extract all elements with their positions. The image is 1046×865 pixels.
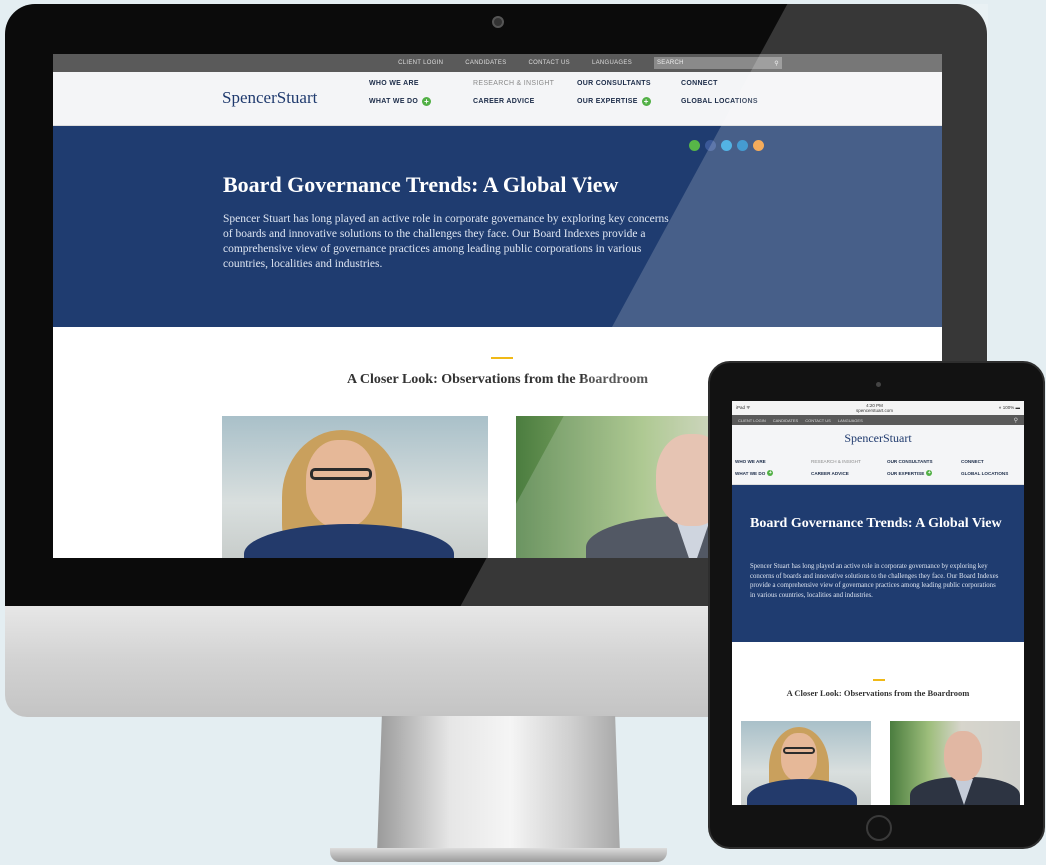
person-face — [944, 731, 982, 781]
plus-icon[interactable]: + — [767, 470, 774, 476]
nav-label: GLOBAL LOCATIONS — [961, 470, 1009, 476]
ipad-bezel: iPad ᯤ 4:20 PM spencerstuart.com ⋄ 100% … — [708, 361, 1045, 849]
hero-body: Spencer Stuart has long played an active… — [223, 213, 669, 270]
video-thumbnail-woman[interactable] — [741, 721, 871, 805]
nav-connect[interactable]: CONNECT — [961, 459, 1024, 464]
glasses — [783, 747, 815, 754]
tablet-screen: iPad ᯤ 4:20 PM spencerstuart.com ⋄ 100% … — [732, 401, 1024, 805]
utility-bar: CLIENT LOGIN CANDIDATES CONTACT US LANGU… — [732, 415, 1024, 425]
home-button[interactable] — [866, 815, 892, 841]
search-icon[interactable]: ⚲ — [1014, 417, 1018, 424]
nav-label: OUR EXPERTISE — [887, 470, 925, 476]
languages-link[interactable]: LANGUAGES — [838, 418, 863, 423]
client-login-link[interactable]: CLIENT LOGIN — [738, 418, 766, 423]
client-login-link[interactable]: CLIENT LOGIN — [398, 60, 443, 66]
search-input[interactable]: SEARCH ⚲ — [654, 57, 782, 69]
candidates-link[interactable]: CANDIDATES — [773, 418, 798, 423]
glasses — [310, 468, 372, 480]
nav-global-locations[interactable]: GLOBAL LOCATIONS — [961, 470, 1024, 476]
device-label: iPad ᯤ — [736, 405, 751, 410]
nav-label: WHAT WE DO — [369, 98, 419, 105]
nav-global-locations[interactable]: GLOBAL LOCATIONS — [681, 97, 785, 106]
nav-label: OUR EXPERTISE — [577, 98, 638, 105]
utility-bar: CLIENT LOGIN CANDIDATES CONTACT US LANGU… — [53, 54, 942, 72]
imac-base — [330, 848, 667, 862]
social-links — [689, 140, 764, 151]
person-body — [244, 524, 454, 558]
nav-label: GLOBAL LOCATIONS — [681, 98, 758, 105]
candidates-link[interactable]: CANDIDATES — [465, 60, 506, 66]
nav-label: CONNECT — [961, 459, 984, 464]
logo[interactable]: SpencerStuart — [222, 88, 317, 108]
hero-body: Spencer Stuart has long played an active… — [750, 563, 999, 599]
nav-label: OUR CONSULTANTS — [577, 80, 651, 87]
languages-link[interactable]: LANGUAGES — [592, 60, 632, 66]
facebook-icon[interactable] — [705, 140, 716, 151]
video-thumbnail-man[interactable] — [890, 721, 1020, 805]
imac-stand — [377, 716, 620, 854]
search-icon[interactable]: ⚲ — [774, 60, 779, 67]
contact-us-link[interactable]: CONTACT US — [805, 418, 831, 423]
main-nav: WHO WE ARE RESEARCH & INSIGHT OUR CONSUL… — [732, 451, 1024, 485]
url-text[interactable]: spencerstuart.com — [856, 408, 893, 413]
camera-icon — [492, 16, 504, 28]
nav-label: WHO WE ARE — [369, 80, 419, 87]
video-thumbnail-woman[interactable] — [222, 416, 488, 558]
search-placeholder: SEARCH — [657, 60, 684, 66]
nav-research-insight[interactable]: RESEARCH & INSIGHT — [811, 459, 887, 464]
nav-what-we-do[interactable]: WHAT WE DO + — [735, 470, 811, 476]
nav-label: RESEARCH & INSIGHT — [473, 80, 555, 87]
person-face — [781, 733, 817, 781]
nav-connect[interactable]: CONNECT — [681, 80, 785, 87]
nav-label: CONNECT — [681, 80, 718, 87]
battery-indicator: ⋄ 100% ▬ — [998, 405, 1020, 410]
nav-label: CAREER ADVICE — [811, 470, 849, 476]
hero-banner: Board Governance Trends: A Global View S… — [732, 485, 1024, 642]
rss-icon[interactable] — [753, 140, 764, 151]
nav-our-consultants[interactable]: OUR CONSULTANTS — [887, 459, 961, 464]
nav-our-expertise[interactable]: OUR EXPERTISE + — [577, 97, 681, 106]
plus-icon[interactable]: + — [422, 97, 432, 106]
status-bar: iPad ᯤ 4:20 PM spencerstuart.com ⋄ 100% … — [732, 401, 1024, 415]
nav-who-we-are[interactable]: WHO WE ARE — [369, 80, 473, 87]
nav-what-we-do[interactable]: WHAT WE DO + — [369, 97, 473, 106]
twitter-icon[interactable] — [721, 140, 732, 151]
nav-career-advice[interactable]: CAREER ADVICE — [473, 97, 577, 106]
nav-label: OUR CONSULTANTS — [887, 459, 933, 464]
camera-icon — [876, 382, 881, 387]
person-body — [747, 779, 857, 805]
section-title: A Closer Look: Observations from the Boa… — [786, 688, 970, 698]
share-icon[interactable] — [689, 140, 700, 151]
plus-icon[interactable]: + — [641, 97, 651, 106]
nav-label: WHO WE ARE — [735, 459, 766, 464]
linkedin-icon[interactable] — [737, 140, 748, 151]
hero-banner: Board Governance Trends: A Global View S… — [53, 126, 942, 327]
nav-our-consultants[interactable]: OUR CONSULTANTS — [577, 80, 681, 87]
hero-title: Board Governance Trends: A Global View — [750, 516, 1002, 531]
person-face — [306, 440, 376, 528]
nav-label: RESEARCH & INSIGHT — [811, 459, 861, 464]
nav-research-insight[interactable]: RESEARCH & INSIGHT — [473, 80, 577, 87]
nav-label: WHAT WE DO — [735, 470, 766, 476]
section-accent — [491, 357, 513, 359]
nav-our-expertise[interactable]: OUR EXPERTISE + — [887, 470, 961, 476]
logo[interactable]: SpencerStuart — [732, 425, 1024, 451]
hero-title: Board Governance Trends: A Global View — [223, 172, 619, 197]
nav-who-we-are[interactable]: WHO WE ARE — [735, 459, 811, 464]
main-nav: SpencerStuart WHO WE ARE RESEARCH & INSI… — [53, 72, 942, 126]
section-accent — [873, 679, 885, 681]
plus-icon[interactable]: + — [926, 470, 933, 476]
nav-career-advice[interactable]: CAREER ADVICE — [811, 470, 887, 476]
nav-label: CAREER ADVICE — [473, 98, 535, 105]
contact-us-link[interactable]: CONTACT US — [529, 60, 570, 66]
